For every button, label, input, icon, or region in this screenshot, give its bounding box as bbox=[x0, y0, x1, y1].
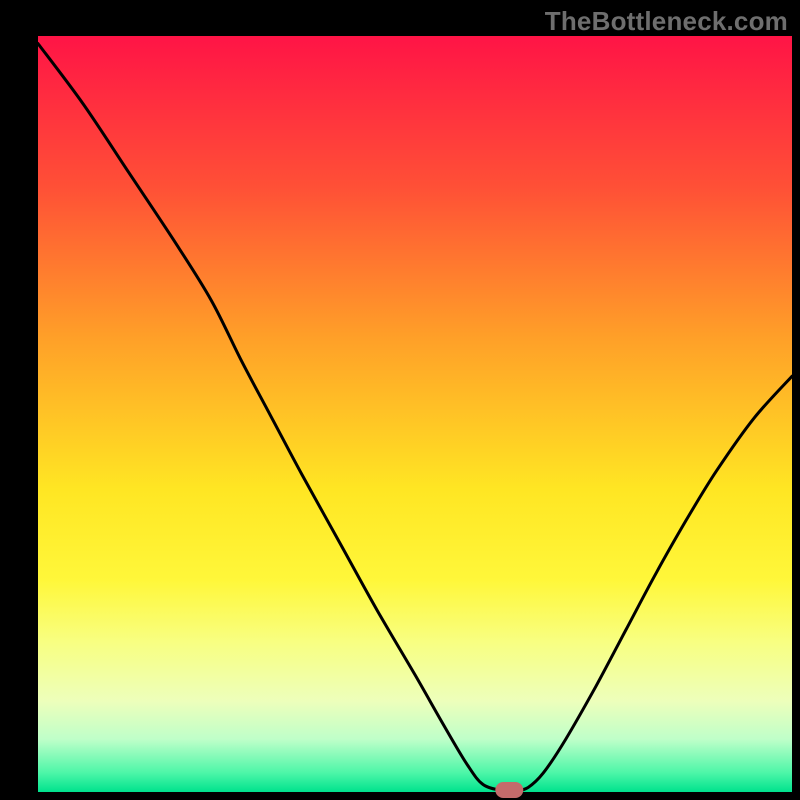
chart-svg bbox=[0, 0, 800, 800]
plot-background bbox=[38, 36, 792, 792]
watermark-text: TheBottleneck.com bbox=[545, 6, 788, 37]
optimal-marker bbox=[495, 782, 523, 798]
bottleneck-chart: TheBottleneck.com bbox=[0, 0, 800, 800]
